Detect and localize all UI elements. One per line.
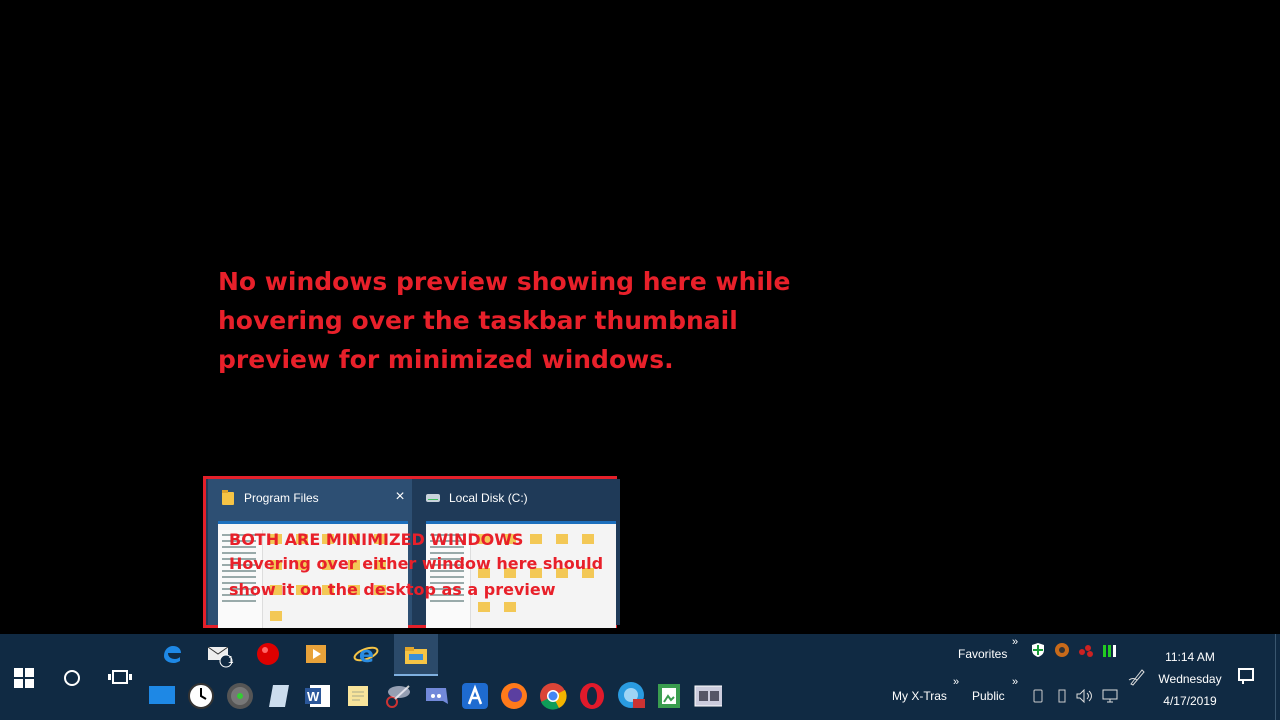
word-icon[interactable]: W	[304, 682, 332, 710]
internet-explorer-icon[interactable]: e	[352, 640, 380, 668]
favorites-toolbar[interactable]: Favorites	[958, 647, 1007, 661]
sticky-notes-icon[interactable]	[344, 682, 372, 710]
security-shield-icon[interactable]	[1030, 642, 1046, 658]
chrome-icon[interactable]	[539, 682, 567, 710]
windows-start-icon[interactable]	[14, 668, 34, 688]
system-clock[interactable]: 11:14 AM Wednesday 4/17/2019	[1150, 646, 1230, 712]
network-globe-icon[interactable]	[617, 682, 645, 710]
folder-icon	[222, 489, 234, 505]
firefox-icon[interactable]	[500, 682, 528, 710]
action-center-icon[interactable]	[1238, 668, 1254, 684]
phone-icon[interactable]	[1030, 688, 1046, 704]
status-ring-icon[interactable]	[1054, 642, 1070, 658]
media-player-icon[interactable]	[302, 640, 330, 668]
mail-badge: 1	[228, 655, 234, 666]
network-icon[interactable]	[1101, 688, 1119, 704]
file-explorer-icon[interactable]	[394, 634, 438, 676]
clock-time: 11:14 AM	[1165, 650, 1215, 664]
drive-globe-icon[interactable]	[226, 682, 254, 710]
snipping-tool-icon[interactable]	[383, 682, 411, 710]
app-store-icon[interactable]	[461, 682, 489, 710]
annotation-box-text: BOTH ARE MINIMIZED WINDOWS Hovering over…	[229, 529, 609, 603]
discord-icon[interactable]	[422, 682, 450, 710]
notebook-icon[interactable]	[265, 682, 293, 710]
favorites-chevron-icon[interactable]: »	[1012, 636, 1018, 648]
berries-icon[interactable]	[1078, 642, 1094, 658]
volume-icon[interactable]	[1076, 688, 1094, 704]
my-xtras-toolbar[interactable]: My X-Tras	[892, 689, 947, 703]
svg-text:e: e	[359, 643, 374, 667]
usb-device-icon[interactable]	[1054, 688, 1070, 704]
active-indicator	[394, 674, 438, 676]
task-view-icon[interactable]	[108, 670, 132, 684]
close-icon[interactable]: ×	[390, 487, 410, 507]
desktop-icon[interactable]	[148, 682, 176, 710]
record-icon[interactable]	[254, 640, 282, 668]
cortana-search-icon[interactable]	[64, 670, 80, 686]
image-editor-icon[interactable]	[656, 682, 684, 710]
svg-text:W: W	[307, 689, 320, 704]
signal-bars-icon[interactable]	[1101, 642, 1117, 658]
show-desktop-button[interactable]	[1275, 634, 1280, 720]
thumbnail-title: Program Files	[244, 491, 319, 505]
annotation-main-text: No windows preview showing here while ho…	[218, 267, 791, 374]
clock-date: 4/17/2019	[1163, 694, 1217, 708]
drive-icon	[426, 494, 440, 502]
thumbnail-title: Local Disk (C:)	[449, 491, 528, 505]
my-xtras-chevron-icon[interactable]: »	[953, 676, 959, 688]
taskbar: 1 e W Favorites » My X-Tras » Public » 1…	[0, 634, 1280, 720]
mail-icon[interactable]: 1	[206, 640, 234, 668]
windows-manager-icon[interactable]	[694, 682, 722, 710]
public-chevron-icon[interactable]: »	[1012, 676, 1018, 688]
annotation-line-2: Hovering over either window here should …	[229, 554, 604, 599]
annotation-line-1: BOTH ARE MINIMIZED WINDOWS	[229, 530, 524, 549]
edge-icon[interactable]	[158, 640, 186, 668]
opera-icon[interactable]	[578, 682, 606, 710]
pen-ink-icon[interactable]	[1128, 668, 1146, 686]
clock-icon[interactable]	[187, 682, 215, 710]
clock-day: Wednesday	[1158, 672, 1222, 686]
public-toolbar[interactable]: Public	[972, 689, 1005, 703]
